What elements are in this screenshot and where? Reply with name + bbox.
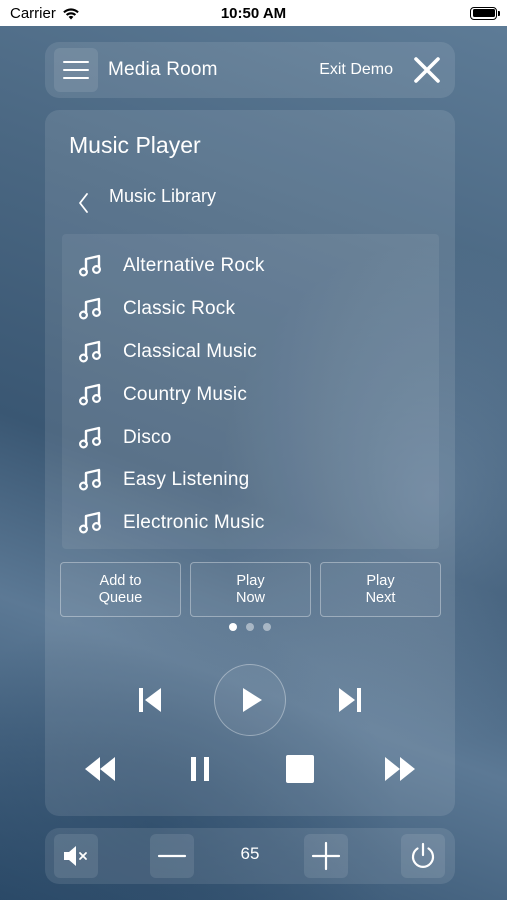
list-item[interactable]: Disco	[62, 416, 439, 459]
list-item-label: Electronic Music	[123, 512, 265, 534]
play-next-button[interactable]: Play Next	[320, 562, 441, 617]
music-note-icon	[78, 382, 104, 408]
fast-forward-button[interactable]	[380, 750, 420, 788]
list-item[interactable]: Easy Listening	[62, 459, 439, 502]
stop-button[interactable]	[281, 750, 319, 788]
page-dot[interactable]	[246, 623, 254, 631]
power-button[interactable]	[401, 834, 445, 878]
page-indicator	[45, 623, 455, 631]
header-bar: Media Room Exit Demo	[45, 42, 455, 98]
rewind-icon	[85, 757, 115, 781]
breadcrumb[interactable]: Music Library	[75, 186, 216, 214]
music-note-icon	[78, 296, 104, 322]
player-title: Music Player	[69, 132, 201, 158]
rewind-button[interactable]	[80, 750, 120, 788]
menu-icon	[63, 61, 89, 63]
add-to-queue-button[interactable]: Add to Queue	[60, 562, 181, 617]
volume-level: 65	[240, 844, 260, 863]
music-note-icon	[78, 339, 104, 365]
menu-button[interactable]	[54, 48, 98, 92]
list-item[interactable]: Classical Music	[62, 331, 439, 374]
skip-next-icon	[339, 688, 361, 712]
status-bar: Carrier 10:50 AM	[0, 0, 507, 26]
wifi-icon	[63, 7, 79, 19]
exit-demo-button[interactable]: Exit Demo	[319, 61, 393, 79]
carrier-label: Carrier	[10, 4, 56, 22]
volume-up-button[interactable]	[304, 834, 348, 878]
list-item[interactable]: Alternative Rock	[62, 245, 439, 288]
action-buttons: Add to Queue Play Now Play Next	[60, 562, 441, 617]
battery-icon	[470, 6, 500, 20]
volume-down-button[interactable]	[150, 834, 194, 878]
list-item-label: Country Music	[123, 383, 248, 405]
chevron-left-icon[interactable]	[75, 190, 93, 214]
music-note-icon	[78, 253, 104, 279]
list-item-label: Alternative Rock	[123, 255, 265, 277]
volume-bar: 65	[45, 828, 455, 884]
volume-up-icon	[311, 841, 341, 871]
volume-down-icon	[157, 854, 187, 858]
fast-forward-icon	[385, 757, 415, 781]
music-note-icon	[78, 510, 104, 536]
page-dot[interactable]	[229, 623, 237, 631]
play-icon	[243, 688, 262, 712]
play-now-button[interactable]: Play Now	[190, 562, 311, 617]
list-item-label: Classic Rock	[123, 298, 236, 320]
skip-previous-icon	[139, 688, 161, 712]
list-item-label: Disco	[123, 426, 172, 448]
skip-next-button[interactable]	[331, 681, 369, 719]
skip-previous-button[interactable]	[131, 681, 169, 719]
mute-icon	[64, 846, 87, 866]
list-item-label: Easy Listening	[123, 469, 250, 491]
power-icon	[411, 842, 435, 868]
room-title: Media Room	[108, 59, 218, 80]
mute-button[interactable]	[54, 834, 98, 878]
play-button[interactable]	[214, 664, 286, 736]
music-note-icon	[78, 467, 104, 493]
music-note-icon	[78, 425, 104, 451]
music-player-card: Music Player Music Library Alternative R…	[45, 110, 455, 816]
list-item[interactable]: Classic Rock	[62, 288, 439, 331]
list-item[interactable]: Country Music	[62, 373, 439, 416]
pause-icon	[191, 757, 209, 781]
page-dot[interactable]	[263, 623, 271, 631]
music-library-list: Alternative Rock Classic Rock Classical Mu…	[62, 234, 439, 549]
stop-icon	[286, 755, 314, 783]
list-item-label: Classical Music	[123, 340, 257, 362]
breadcrumb-label[interactable]: Music Library	[109, 186, 216, 207]
close-icon[interactable]	[411, 54, 443, 86]
pause-button[interactable]	[182, 750, 218, 788]
list-item[interactable]: Electronic Music	[62, 502, 439, 545]
